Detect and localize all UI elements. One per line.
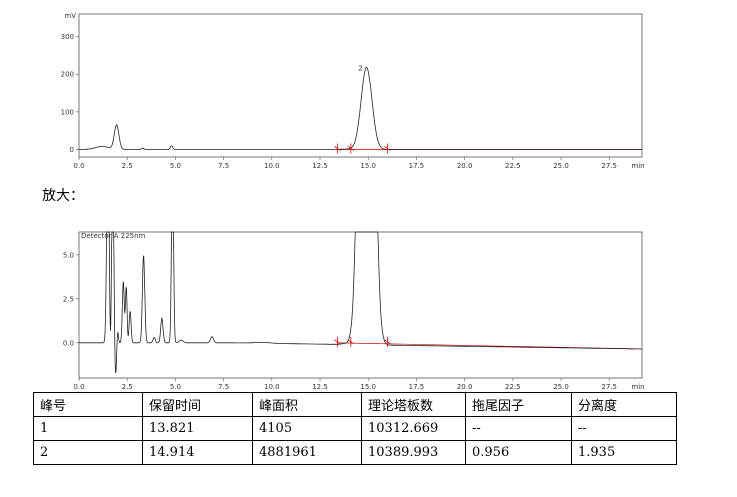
y-tick-label: 0.0 [63,339,74,347]
x-tick-label: 25.0 [553,383,569,391]
x-tick-label: 22.5 [505,383,521,391]
cell-resolution: -- [571,416,677,441]
x-tick-label: 12.5 [312,162,328,170]
cell-retention-time: 13.821 [142,416,253,441]
header-resolution: 分离度 [571,392,677,417]
header-retention-time: 保留时间 [142,392,253,417]
x-tick-label: 5.0 [170,162,181,170]
x-tick-label: 20.0 [457,383,473,391]
cell-resolution: 1.935 [571,440,677,465]
y-tick-label: 100 [61,108,74,116]
cell-theoretical-plates: 10312.669 [361,416,466,441]
x-tick-label: 27.5 [601,162,617,170]
x-tick-label: 2.5 [122,162,133,170]
x-tick-label: 2.5 [122,383,133,391]
x-axis-label: min [631,383,644,391]
x-tick-label: 0.0 [73,383,84,391]
chromatogram-trace-2 [79,231,642,374]
header-peak-no: 峰号 [33,392,143,417]
x-tick-label: 5.0 [170,383,181,391]
y-tick-label: 0 [70,146,74,154]
y-tick-label: 300 [61,33,74,41]
cell-tailing-factor: -- [465,416,572,441]
x-axis-label: min [631,162,644,170]
zoom-label: 放大： [42,188,84,204]
x-tick-label: 20.0 [457,162,473,170]
cell-peak-area: 4105 [252,416,362,441]
cell-peak-no: 2 [33,440,143,465]
cell-retention-time: 14.914 [142,440,253,465]
plot-frame-1 [78,13,643,158]
header-theoretical-plates: 理论塔板数 [361,392,466,417]
y-tick-label: 200 [61,71,74,79]
plot-frame-2 [78,231,643,379]
results-table: 峰号 保留时间 峰面积 理论塔板数 拖尾因子 分离度 1 13.821 4105… [33,392,677,465]
x-tick-label: 15.0 [360,383,376,391]
x-tick-label: 25.0 [553,162,569,170]
cell-theoretical-plates: 10389.993 [361,440,466,465]
x-tick-label: 27.5 [601,383,617,391]
cell-peak-area: 4881961 [252,440,362,465]
peak-label: 2 [358,64,362,72]
x-tick-label: 10.0 [264,162,280,170]
table-row: 2 14.914 4881961 10389.993 0.956 1.935 [33,440,677,465]
x-tick-label: 7.5 [218,383,229,391]
cell-peak-no: 1 [33,416,143,441]
header-tailing-factor: 拖尾因子 [465,392,572,417]
x-tick-label: 0.0 [73,162,84,170]
x-tick-label: 17.5 [409,383,425,391]
x-tick-label: 7.5 [218,162,229,170]
x-tick-label: 10.0 [264,383,280,391]
table-header-row: 峰号 保留时间 峰面积 理论塔板数 拖尾因子 分离度 [33,392,677,417]
chromatogram-trace-1 [79,66,642,150]
y-axis-label: mV [64,12,76,20]
y-tick-label: 5.0 [63,251,74,259]
table-row: 1 13.821 4105 10312.669 -- -- [33,416,677,441]
cell-tailing-factor: 0.956 [465,440,572,465]
x-tick-label: 17.5 [409,162,425,170]
x-tick-label: 22.5 [505,162,521,170]
header-peak-area: 峰面积 [252,392,362,417]
x-tick-label: 12.5 [312,383,328,391]
x-tick-label: 15.0 [360,162,376,170]
y-tick-label: 2.5 [63,295,74,303]
